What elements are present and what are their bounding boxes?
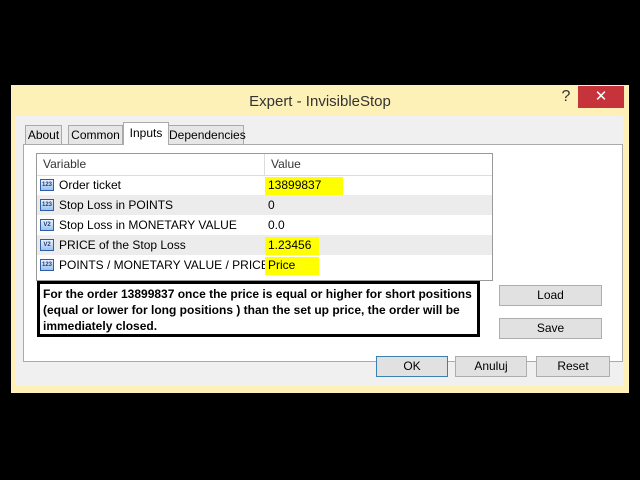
help-button[interactable]: ? [557,88,575,106]
table-row[interactable]: V2 PRICE of the Stop Loss 1.23456 [37,235,492,255]
reset-button[interactable]: Reset [536,356,610,377]
note-line: For the order 13899837 once the price is… [43,287,472,301]
row-value[interactable]: 0 [265,197,278,215]
window-title: Expert - InvisibleStop [249,93,391,110]
tab-about[interactable]: About [25,125,62,144]
variable-column-header[interactable]: Variable [43,157,86,171]
tab-common[interactable]: Common [68,125,123,144]
row-value[interactable]: 1.23456 [265,237,319,255]
tab-inputs[interactable]: Inputs [123,122,169,145]
tab-dependencies[interactable]: Dependencies [168,125,246,144]
int-param-icon: 123 [40,179,54,191]
expert-dialog: Expert - InvisibleStop ? ✕ About Common … [11,85,629,393]
table-row[interactable]: V2 Stop Loss in MONETARY VALUE 0.0 [37,215,492,235]
row-value[interactable]: Price [265,257,319,275]
table-row[interactable]: 123 Order ticket 13899837 [37,175,492,195]
column-divider[interactable] [264,154,265,175]
row-label: POINTS / MONETARY VALUE / PRICE [59,258,269,272]
title-bar[interactable]: Expert - InvisibleStop ? ✕ [11,85,629,117]
note-line: (equal or lower for long positions ) tha… [43,303,460,317]
table-row[interactable]: 123 Stop Loss in POINTS 0 [37,195,492,215]
int-param-icon: 123 [40,259,54,271]
cancel-button[interactable]: Anuluj [455,356,527,377]
row-label: Order ticket [59,178,122,192]
double-param-icon: V2 [40,219,54,231]
note-line: immediately closed. [43,319,158,333]
close-button[interactable]: ✕ [578,86,624,108]
row-label: PRICE of the Stop Loss [59,238,186,252]
row-value[interactable]: 0.0 [265,217,288,235]
save-button[interactable]: Save [499,318,602,339]
double-param-icon: V2 [40,239,54,251]
int-param-icon: 123 [40,199,54,211]
row-label: Stop Loss in POINTS [59,198,174,212]
table-row[interactable]: 123 POINTS / MONETARY VALUE / PRICE Pric… [37,255,492,275]
grid-header: Variable Value [37,154,492,176]
dialog-client-area: About Common Inputs Dependencies Variabl… [15,116,623,386]
inputs-grid: Variable Value 123 Order ticket 13899837… [36,153,493,281]
value-column-header[interactable]: Value [271,157,301,171]
row-value[interactable]: 13899837 [265,177,343,195]
row-label: Stop Loss in MONETARY VALUE [59,218,237,232]
ok-button[interactable]: OK [376,356,448,377]
load-button[interactable]: Load [499,285,602,306]
annotation-note: For the order 13899837 once the price is… [37,281,480,337]
